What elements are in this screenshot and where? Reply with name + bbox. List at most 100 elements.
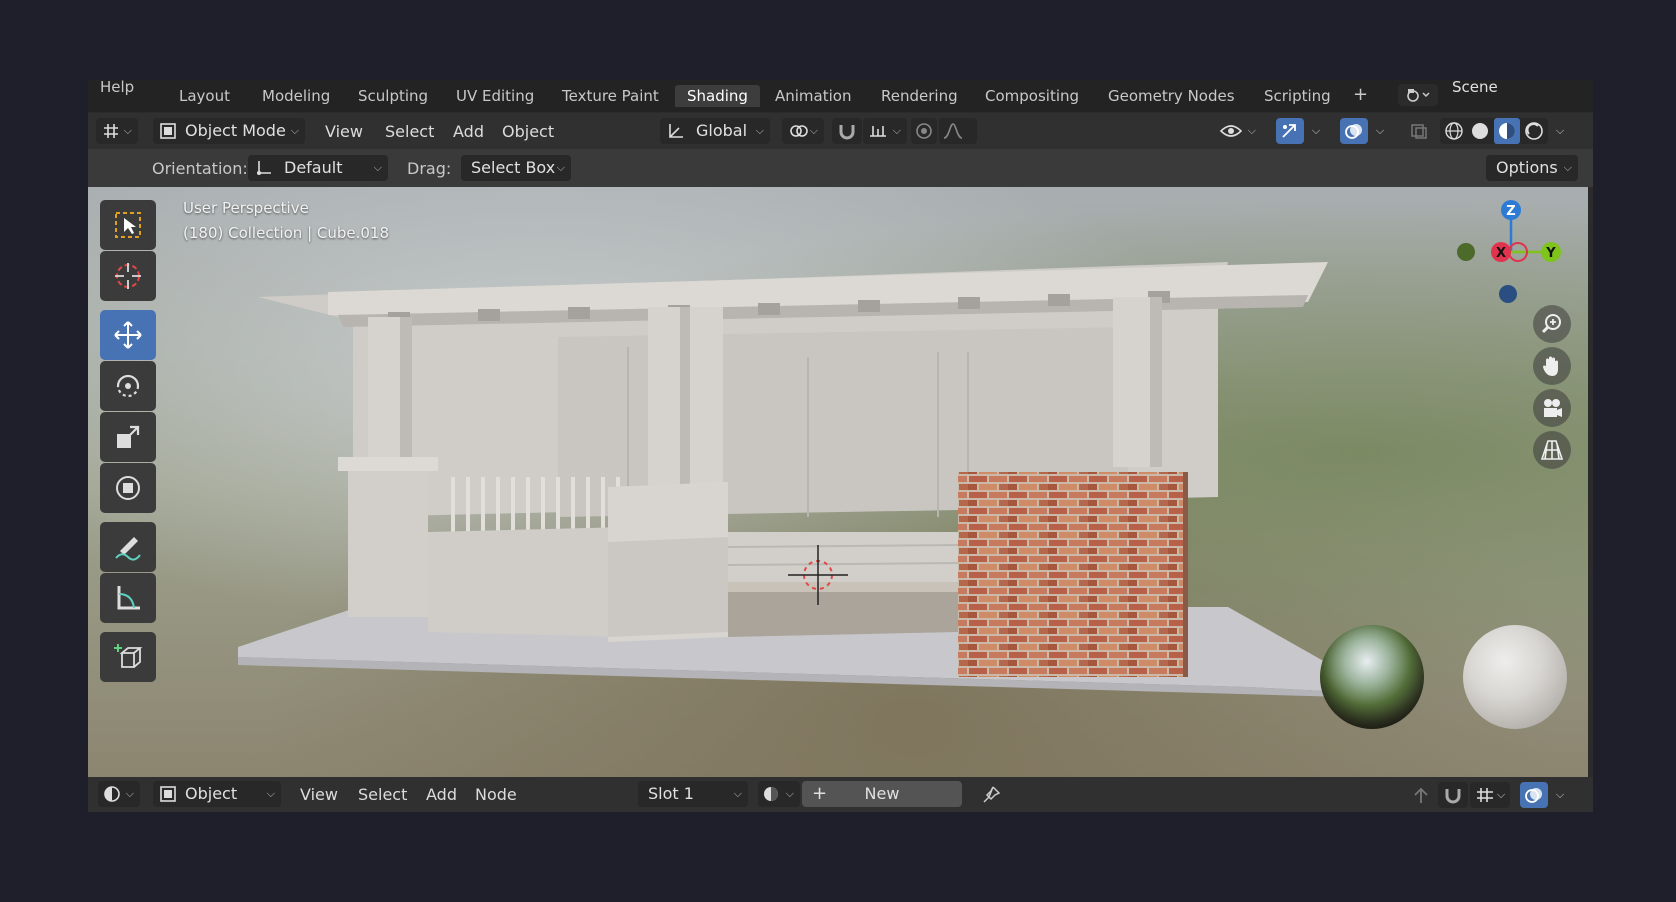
node-menu-view[interactable]: View <box>300 785 338 804</box>
proportional-edit-icon <box>916 123 932 139</box>
menu-select[interactable]: Select <box>385 122 434 141</box>
shading-dropdown-chevron[interactable]: ⌵ <box>1548 118 1572 144</box>
transform-orientation-dropdown[interactable]: Global ⌵ <box>660 118 770 144</box>
tab-layout[interactable]: Layout <box>167 85 242 107</box>
orientation-value: Default <box>284 158 343 177</box>
mode-dropdown[interactable]: Object Mode ⌵ <box>153 118 305 144</box>
hdri-preview-sphere <box>1320 625 1424 729</box>
snap-target-dropdown[interactable]: ⌵ <box>863 118 907 144</box>
select-box-tool[interactable] <box>100 200 156 250</box>
add-workspace-button[interactable]: + <box>1353 84 1368 105</box>
navigation-gizmo[interactable]: Z Y X <box>1456 197 1566 307</box>
node-menu-select[interactable]: Select <box>358 785 407 804</box>
eye-icon <box>1220 125 1242 137</box>
options-dropdown[interactable]: Options ⌵ <box>1486 155 1578 181</box>
node-menu-add[interactable]: Add <box>426 785 457 804</box>
material-preview-shading-button[interactable] <box>1494 118 1520 144</box>
snap-increment-icon <box>870 126 886 137</box>
pin-icon[interactable] <box>978 782 1004 808</box>
new-material-button[interactable]: + New <box>802 781 962 807</box>
material-browse-dropdown[interactable]: ⌵ <box>758 781 800 807</box>
cursor-icon <box>115 263 141 289</box>
zoom-magnifier-icon <box>1541 314 1561 334</box>
transform-icon <box>116 476 140 500</box>
transform-tool[interactable] <box>100 463 156 513</box>
gizmo-y-label: Y <box>1545 246 1556 261</box>
tab-geometry-nodes[interactable]: Geometry Nodes <box>1096 85 1247 107</box>
cursor-tool[interactable] <box>100 251 156 301</box>
rotate-tool[interactable] <box>100 361 156 411</box>
parent-node-tree-icon[interactable] <box>1408 782 1434 808</box>
xray-toggle-icon[interactable] <box>1406 118 1432 144</box>
camera-view-button[interactable] <box>1533 389 1571 427</box>
pivot-point-dropdown[interactable]: ⌵ <box>782 118 824 144</box>
move-tool[interactable] <box>100 310 156 360</box>
tab-animation[interactable]: Animation <box>763 85 863 107</box>
node-overlays-dropdown-chevron[interactable]: ⌵ <box>1548 782 1572 808</box>
gizmo-icon <box>1282 124 1296 138</box>
drag-dropdown[interactable]: Select Box ⌵ <box>461 155 571 181</box>
gizmo-toggle[interactable] <box>1276 118 1304 144</box>
material-preview-icon <box>1499 123 1515 139</box>
node-snap-grid-dropdown[interactable]: ⌵ <box>1470 782 1510 808</box>
3d-viewport[interactable]: User Perspective (180) Collection | Cube… <box>88 187 1588 777</box>
node-overlays-icon <box>1525 788 1542 803</box>
menu-add[interactable]: Add <box>453 122 484 141</box>
options-label: Options <box>1496 158 1558 177</box>
shader-type-label: Object <box>185 784 238 803</box>
hand-icon <box>1543 356 1558 376</box>
rendered-shading-icon[interactable] <box>1524 121 1544 141</box>
object-mode-icon <box>160 123 176 139</box>
editor-type-button[interactable]: ⌵ <box>96 118 138 144</box>
scene-selector-icon[interactable] <box>1398 84 1438 106</box>
zoom-button[interactable] <box>1533 305 1571 343</box>
tab-shading[interactable]: Shading <box>675 85 760 107</box>
node-overlays-toggle[interactable] <box>1520 782 1548 808</box>
visibility-dropdown[interactable]: ⌵ <box>1218 118 1262 144</box>
view-name: User Perspective <box>183 199 309 217</box>
snap-grid-icon <box>1476 788 1493 802</box>
grid-perspective-icon <box>1540 440 1564 460</box>
measure-tool[interactable] <box>100 573 156 623</box>
scene-name[interactable]: Scene <box>1452 80 1498 96</box>
pan-button[interactable] <box>1533 347 1571 385</box>
orientation-label: Orientation: <box>152 159 248 178</box>
add-cube-tool[interactable] <box>100 632 156 682</box>
annotate-tool[interactable] <box>100 522 156 572</box>
perspective-toggle-button[interactable] <box>1533 431 1571 469</box>
menu-view[interactable]: View <box>325 122 363 141</box>
tab-compositing[interactable]: Compositing <box>973 85 1091 107</box>
scale-tool[interactable] <box>100 412 156 462</box>
tab-modeling[interactable]: Modeling <box>250 85 342 107</box>
tab-texture-paint[interactable]: Texture Paint <box>550 85 671 107</box>
orientation-axes-icon <box>669 124 683 138</box>
node-menu-node[interactable]: Node <box>475 785 517 804</box>
tab-scripting[interactable]: Scripting <box>1252 85 1343 107</box>
select-box-icon <box>115 212 141 238</box>
tab-rendering[interactable]: Rendering <box>869 85 970 107</box>
shader-editor-type-button[interactable]: ⌵ <box>98 781 140 807</box>
workspace-bar: Help Layout Modeling Sculpting UV Editin… <box>88 80 1593 112</box>
wireframe-shading-icon[interactable] <box>1444 121 1464 141</box>
tab-uv-editing[interactable]: UV Editing <box>444 85 546 107</box>
node-snap-toggle[interactable] <box>1438 782 1468 808</box>
gizmo-dropdown-chevron[interactable]: ⌵ <box>1304 118 1328 144</box>
annotate-pencil-icon <box>115 537 141 561</box>
camera-icon <box>1544 399 1562 417</box>
overlays-toggle[interactable] <box>1340 118 1368 144</box>
slot-dropdown[interactable]: Slot 1 ⌵ <box>638 781 748 807</box>
new-material-label: New <box>864 784 900 803</box>
proportional-edit-toggle[interactable] <box>911 118 937 144</box>
orientation-dropdown[interactable]: Default ⌵ <box>248 155 388 181</box>
editor-type-icon <box>104 124 118 138</box>
viewport-header: ⌵ Object Mode ⌵ View Select Add Object G… <box>88 113 1593 149</box>
solid-shading-icon[interactable] <box>1470 121 1490 141</box>
help-menu[interactable]: Help <box>100 80 134 96</box>
overlays-dropdown-chevron[interactable]: ⌵ <box>1368 118 1392 144</box>
snap-toggle[interactable] <box>832 118 862 144</box>
menu-object[interactable]: Object <box>502 122 554 141</box>
diffuse-preview-sphere <box>1463 625 1567 729</box>
tab-sculpting[interactable]: Sculpting <box>346 85 440 107</box>
shader-type-dropdown[interactable]: Object ⌵ <box>153 781 281 807</box>
falloff-dropdown[interactable] <box>939 118 977 144</box>
